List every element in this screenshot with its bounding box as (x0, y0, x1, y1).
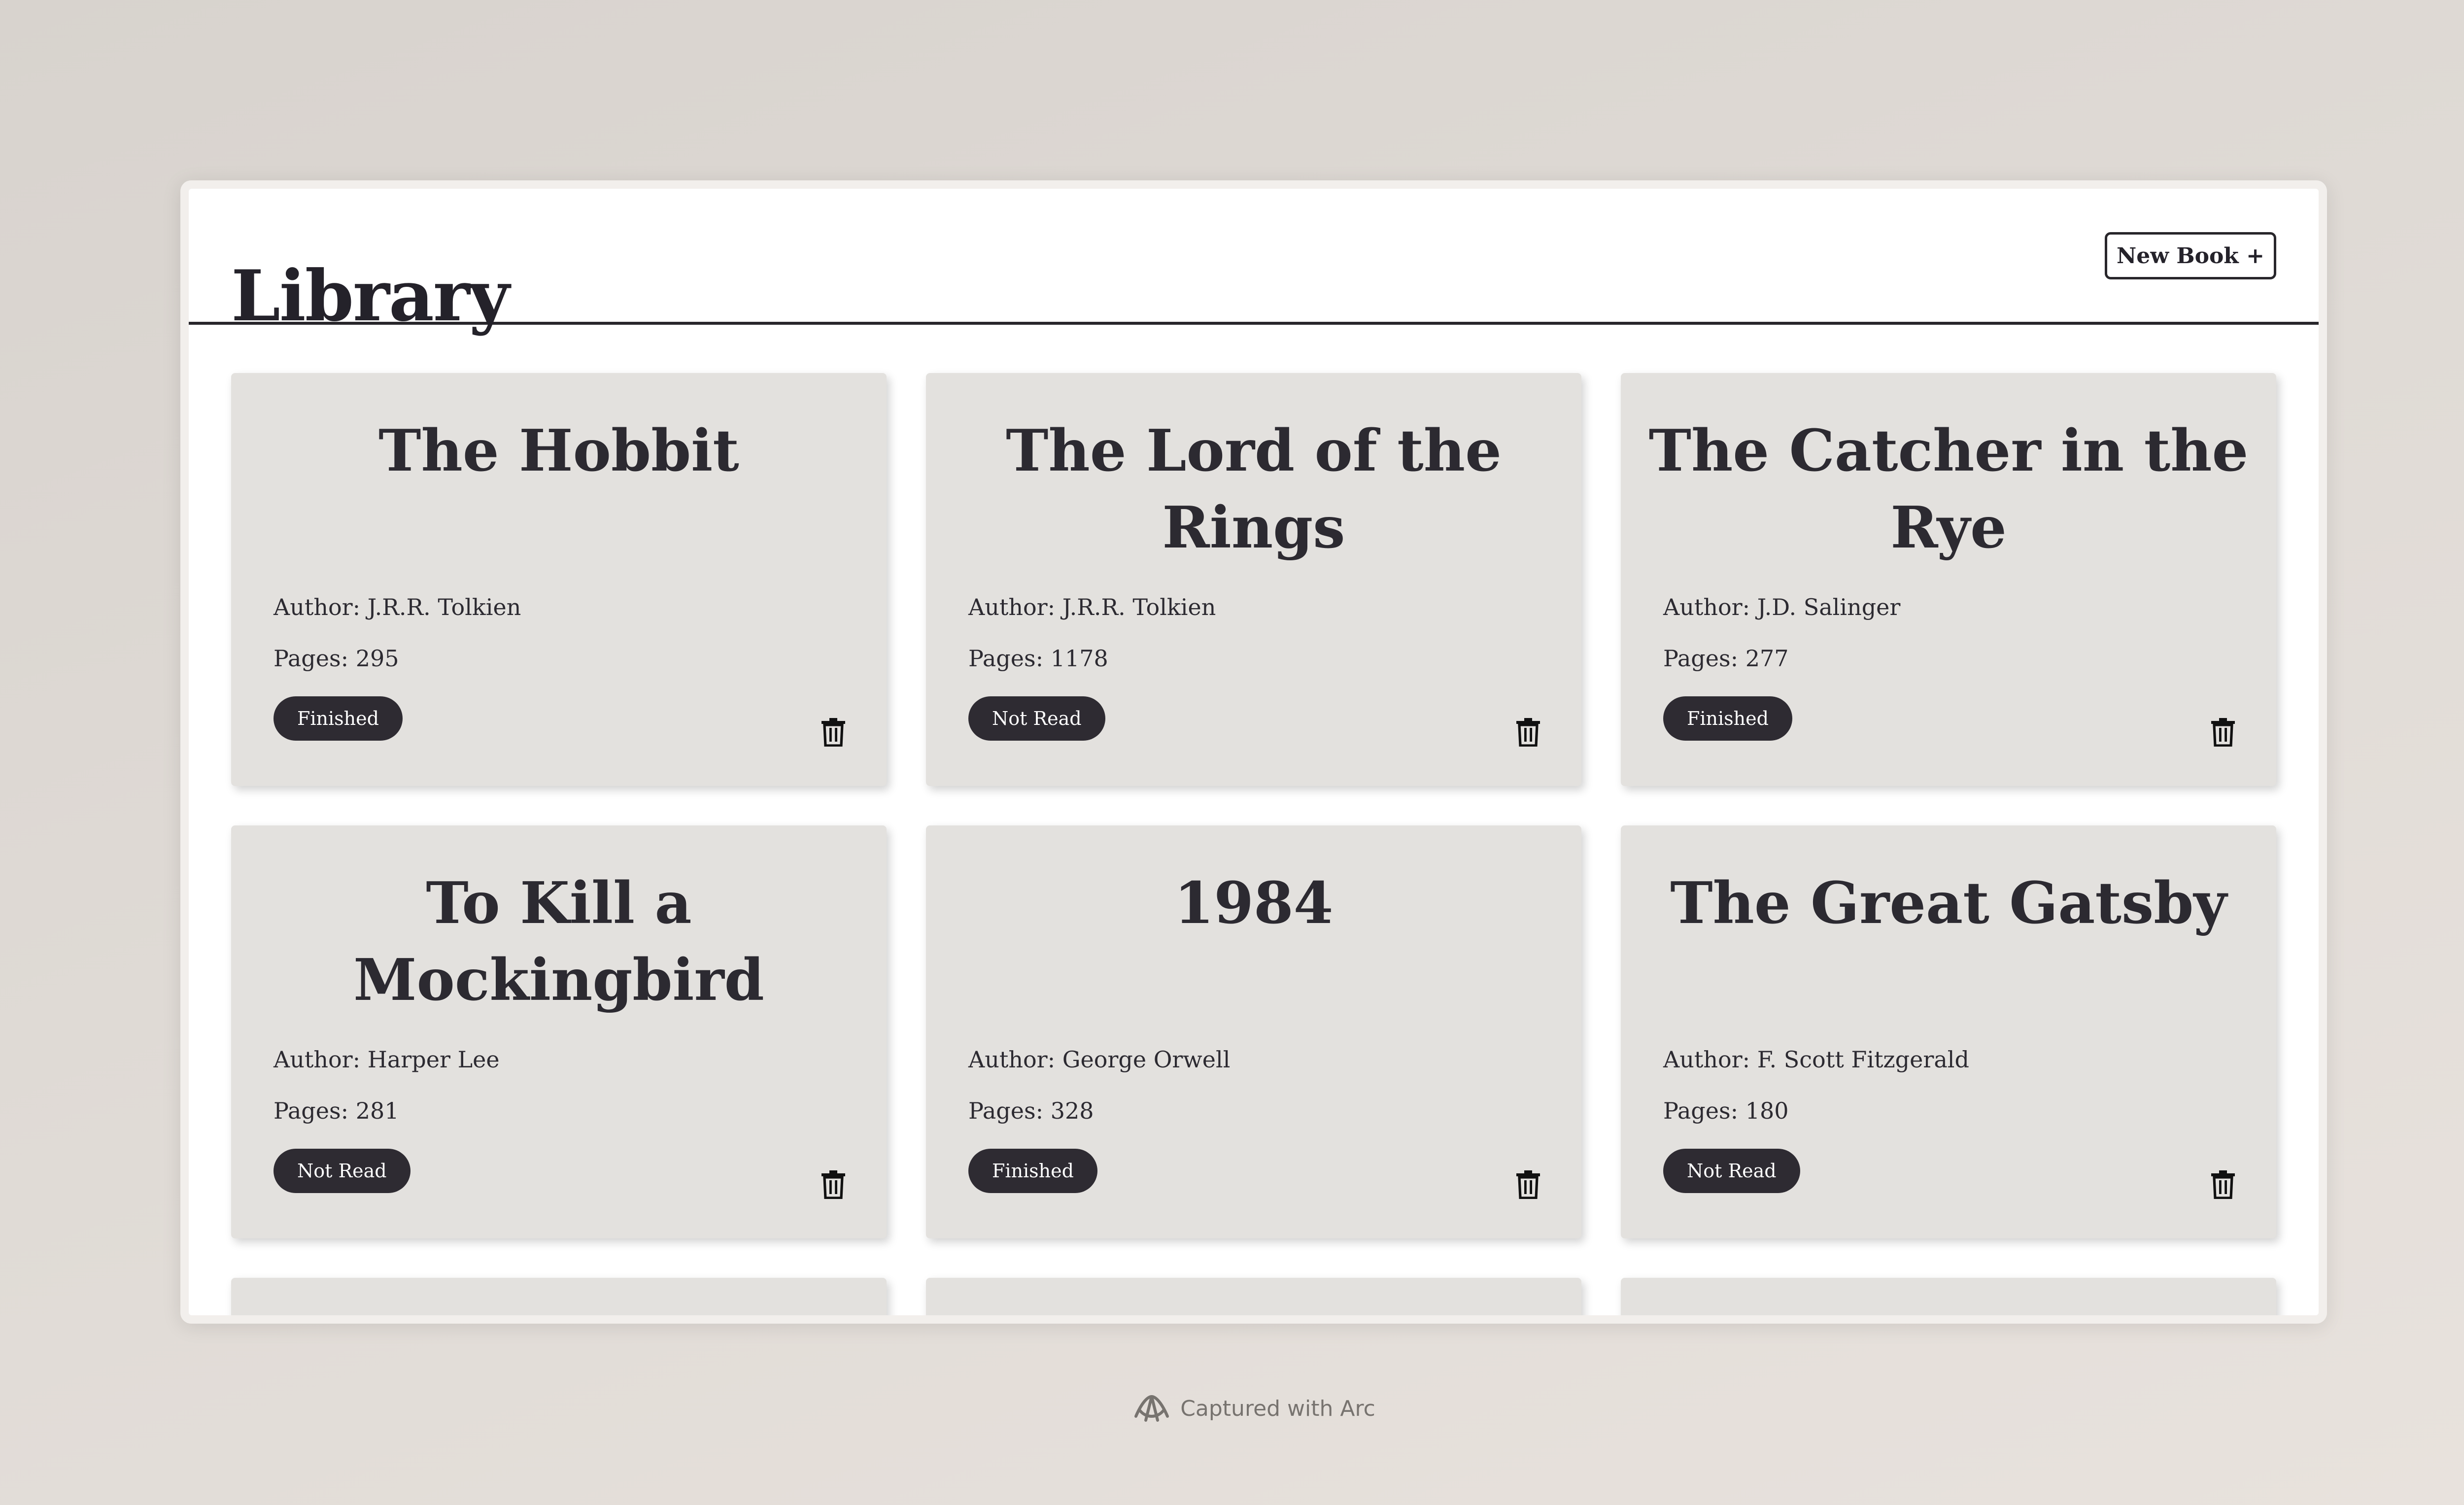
book-author: Author: George Orwell (968, 1046, 1231, 1073)
read-status-toggle[interactable]: Not Read (1663, 1149, 1800, 1193)
read-status-toggle[interactable]: Finished (968, 1149, 1097, 1193)
book-pages: Pages: 180 (1663, 1097, 1789, 1124)
page-header: Library New Book + (189, 189, 2319, 331)
trash-icon[interactable] (2210, 1170, 2236, 1199)
read-status-toggle[interactable]: Not Read (968, 696, 1105, 741)
library-page: Library New Book + The Hobbit Author: J.… (189, 189, 2319, 1315)
new-book-button[interactable]: New Book + (2105, 232, 2276, 279)
book-grid: The Hobbit Author: J.R.R. Tolkien Pages:… (231, 373, 2276, 1315)
trash-icon[interactable] (1515, 718, 1541, 747)
arc-logo-icon (1134, 1395, 1169, 1422)
book-title: The Catcher in the Rye (1648, 417, 2249, 561)
book-card: The Great Gatsby Author: F. Scott Fitzge… (1621, 825, 2276, 1238)
book-title: The Great Gatsby (1670, 870, 2227, 937)
book-card-partial (926, 1278, 1581, 1315)
book-card: To Kill a Mockingbird Author: Harper Lee… (231, 825, 887, 1238)
book-author: Author: F. Scott Fitzgerald (1663, 1046, 1969, 1073)
book-card: The Catcher in the Rye Author: J.D. Sali… (1621, 373, 2276, 786)
book-pages: Pages: 281 (274, 1097, 399, 1124)
book-title: The Hobbit (378, 417, 739, 484)
trash-icon[interactable] (1515, 1170, 1541, 1199)
book-author: Author: J.R.R. Tolkien (274, 594, 521, 620)
footer-label: Captured with Arc (1180, 1396, 1375, 1421)
book-pages: Pages: 295 (274, 645, 399, 672)
book-card-partial (231, 1278, 887, 1315)
book-author: Author: J.R.R. Tolkien (968, 594, 1216, 620)
browser-window: Library New Book + The Hobbit Author: J.… (180, 180, 2327, 1324)
trash-icon[interactable] (821, 718, 846, 747)
book-card: 1984 Author: George Orwell Pages: 328 Fi… (926, 825, 1581, 1238)
read-status-toggle[interactable]: Finished (274, 696, 403, 741)
page-title: Library (231, 255, 510, 338)
capture-footer: Captured with Arc (0, 1393, 2464, 1424)
book-pages: Pages: 328 (968, 1097, 1094, 1124)
book-author: Author: Harper Lee (274, 1046, 500, 1073)
book-title: To Kill a Mockingbird (353, 870, 764, 1014)
read-status-toggle[interactable]: Not Read (274, 1149, 411, 1193)
trash-icon[interactable] (2210, 718, 2236, 747)
trash-icon[interactable] (821, 1170, 846, 1199)
book-card: The Lord of the Rings Author: J.R.R. Tol… (926, 373, 1581, 786)
book-author: Author: J.D. Salinger (1663, 594, 1901, 620)
book-pages: Pages: 277 (1663, 645, 1789, 672)
book-pages: Pages: 1178 (968, 645, 1108, 672)
book-title: The Lord of the Rings (1006, 417, 1502, 561)
read-status-toggle[interactable]: Finished (1663, 696, 1792, 741)
book-card-partial (1621, 1278, 2276, 1315)
book-card: The Hobbit Author: J.R.R. Tolkien Pages:… (231, 373, 887, 786)
book-title: 1984 (1174, 870, 1334, 937)
